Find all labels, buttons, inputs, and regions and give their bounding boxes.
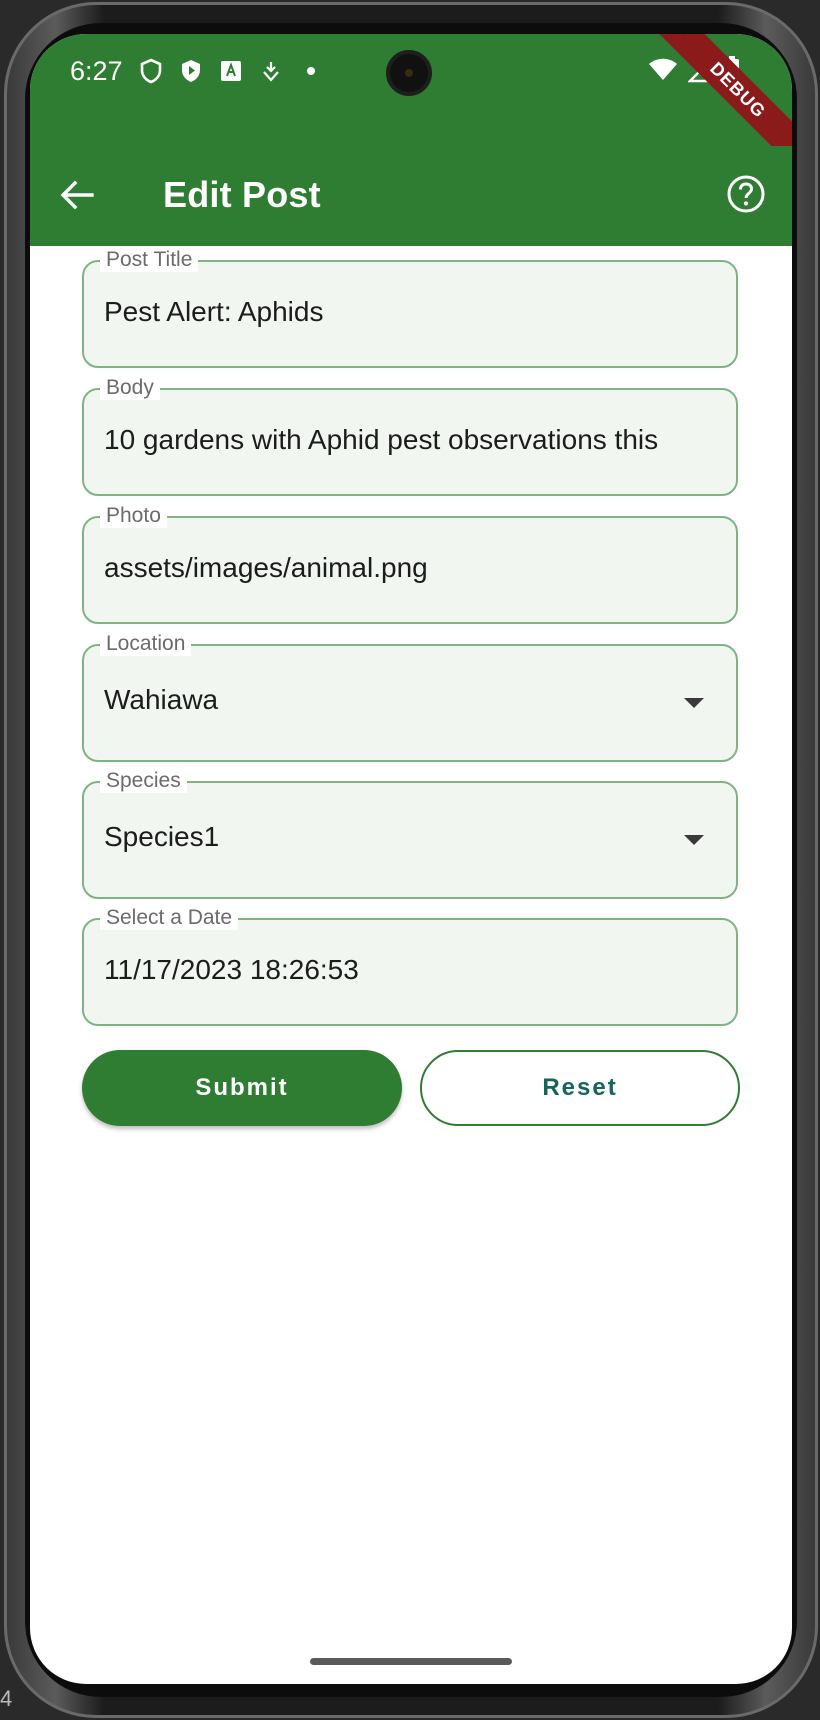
post-title-label: Post Title xyxy=(100,248,199,272)
phone-screen: 6:27 DEBUG Edit Post Post Title Pest Ale… xyxy=(30,34,792,1684)
photo-label: Photo xyxy=(100,504,167,528)
status-bar: 6:27 DEBUG xyxy=(30,34,792,173)
location-dropdown[interactable]: Location Wahiawa xyxy=(82,632,738,762)
species-value: Species1 xyxy=(104,821,220,852)
download-shield-icon xyxy=(258,58,284,84)
species-label: Species xyxy=(100,769,187,793)
home-indicator[interactable] xyxy=(310,1658,512,1665)
edge-text: 4 xyxy=(0,1686,13,1711)
page-title: Edit Post xyxy=(163,174,321,215)
location-value: Wahiawa xyxy=(104,684,219,715)
dropdown-arrow-icon[interactable] xyxy=(684,698,704,708)
arrow-left-icon xyxy=(60,180,94,215)
submit-button[interactable]: Submit xyxy=(82,1050,402,1126)
app-bar: Edit Post xyxy=(30,146,792,246)
status-time: 6:27 xyxy=(70,56,123,86)
date-label: Select a Date xyxy=(100,906,239,930)
species-dropdown[interactable]: Species Species1 xyxy=(82,769,738,899)
photo-field[interactable]: Photo assets/images/animal.png xyxy=(82,504,738,624)
date-field[interactable]: Select a Date 11/17/2023 18:26:53 xyxy=(82,906,738,1026)
post-title-value[interactable]: Pest Alert: Aphids xyxy=(104,296,720,328)
body-label: Body xyxy=(100,376,160,400)
dropdown-arrow-icon[interactable] xyxy=(684,835,704,845)
front-camera xyxy=(386,50,432,96)
help-circle-icon xyxy=(726,174,766,219)
photo-value[interactable]: assets/images/animal.png xyxy=(104,552,720,584)
dot-icon xyxy=(298,58,324,84)
wifi-icon xyxy=(648,58,678,87)
date-value[interactable]: 11/17/2023 18:26:53 xyxy=(104,954,720,986)
help-button[interactable] xyxy=(722,172,770,220)
body-field[interactable]: Body 10 gardens with Aphid pest observat… xyxy=(82,376,738,496)
reset-button[interactable]: Reset xyxy=(420,1050,740,1126)
notification-icons xyxy=(138,58,324,84)
font-box-icon xyxy=(218,58,244,84)
body-value[interactable]: 10 gardens with Aphid pest observations … xyxy=(104,424,720,456)
shield-play-icon xyxy=(178,58,204,84)
shield-outline-icon xyxy=(138,58,164,84)
back-button[interactable] xyxy=(54,174,100,220)
post-title-field[interactable]: Post Title Pest Alert: Aphids xyxy=(82,248,738,368)
location-label: Location xyxy=(100,632,192,656)
